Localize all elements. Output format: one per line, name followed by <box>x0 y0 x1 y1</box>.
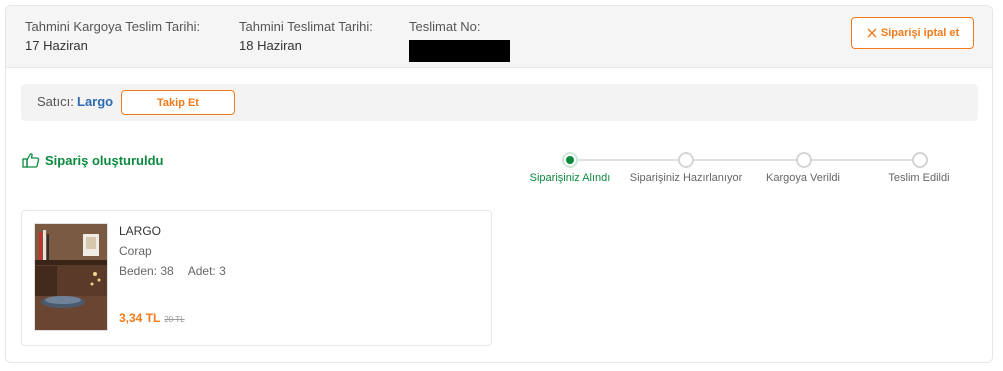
order-status-text: Sipariş oluşturuldu <box>45 152 164 168</box>
close-icon <box>867 28 877 38</box>
cargo-date-label: Tahmini Kargoya Teslim Tarihi: <box>25 19 201 34</box>
product-image[interactable] <box>34 223 108 331</box>
seller-bar: Satıcı: Largo Takip Et <box>21 84 978 121</box>
step-dot-delivered <box>912 152 928 168</box>
step-dot-shipped <box>796 152 812 168</box>
order-card: Tahmini Kargoya Teslim Tarihi: 17 Hazira… <box>5 5 993 363</box>
product-photo <box>35 224 107 330</box>
step-connector <box>812 159 918 161</box>
estimated-delivery-date: Tahmini Teslimat Tarihi: 18 Haziran <box>239 18 373 55</box>
cargo-date-value: 17 Haziran <box>25 38 88 53</box>
cancel-order-button[interactable]: Siparişi iptal et <box>851 17 974 49</box>
product-old-price: 20 TL <box>164 315 185 324</box>
step-connector <box>694 159 800 161</box>
step-label-shipped: Kargoya Verildi <box>766 172 840 184</box>
step-connector <box>578 159 682 161</box>
product-name[interactable]: Corap <box>119 244 152 258</box>
order-status: Sipariş oluşturuldu <box>22 152 163 168</box>
delivery-date-label: Tahmini Teslimat Tarihi: <box>239 19 373 34</box>
estimated-cargo-date: Tahmini Kargoya Teslim Tarihi: 17 Hazira… <box>25 18 200 55</box>
step-label-received: Siparişiniz Alındı <box>529 172 611 184</box>
follow-seller-label: Takip Et <box>157 96 199 109</box>
step-label-preparing: Siparişiniz Hazırlanıyor <box>629 172 743 184</box>
step-dot-received <box>562 152 578 168</box>
step-label-delivered: Teslim Edildi <box>888 172 950 184</box>
follow-seller-button[interactable]: Takip Et <box>121 90 235 115</box>
delivery-date-value: 18 Haziran <box>239 38 302 53</box>
order-header: Tahmini Kargoya Teslim Tarihi: 17 Hazira… <box>6 6 992 68</box>
product-brand: LARGO <box>119 224 162 238</box>
delivery-no-redacted <box>409 40 510 62</box>
thumbs-up-icon <box>22 153 40 168</box>
delivery-number: Teslimat No: <box>409 18 510 62</box>
product-card: LARGO Corap Beden: 38 Adet: 3 3,34 TL 20… <box>21 210 492 346</box>
step-dot-preparing <box>678 152 694 168</box>
price-row: 3,34 TL 20 TL <box>119 311 185 325</box>
product-quantity: Adet: 3 <box>187 264 226 278</box>
delivery-no-label: Teslimat No: <box>409 19 481 34</box>
cancel-order-label: Siparişi iptal et <box>880 27 960 39</box>
product-size: Beden: 38 <box>119 264 174 278</box>
seller-name-link[interactable]: Largo <box>77 94 113 109</box>
seller-label: Satıcı: <box>37 94 74 109</box>
order-progress-steps: Siparişiniz Alındı Siparişiniz Hazırlanı… <box>521 152 981 192</box>
product-meta: Beden: 38 Adet: 3 <box>119 264 226 278</box>
product-price: 3,34 TL <box>119 311 161 325</box>
